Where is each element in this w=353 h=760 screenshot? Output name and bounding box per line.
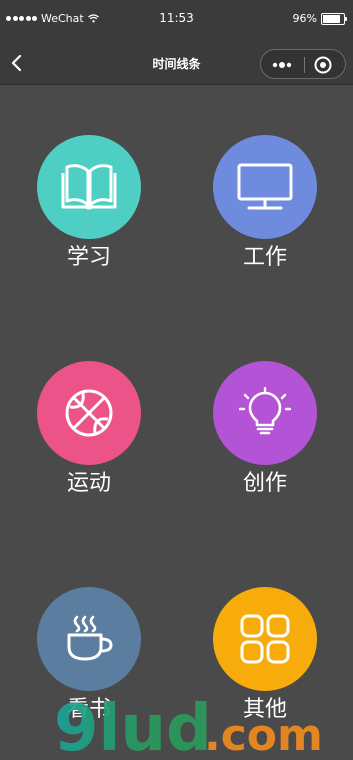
category-label: 学习: [66, 245, 111, 270]
target-close-icon[interactable]: [313, 55, 333, 75]
monitor-icon[interactable]: [213, 135, 317, 239]
category-create[interactable]: 创作: [213, 361, 317, 496]
svg-text:9lud: 9lud: [54, 692, 212, 758]
grid-icon[interactable]: [213, 587, 317, 691]
nav-bar: 时间线条: [0, 42, 353, 85]
battery-icon: [321, 12, 347, 25]
book-icon[interactable]: [37, 135, 141, 239]
category-work[interactable]: 工作: [213, 135, 317, 270]
battery-fill: [323, 14, 341, 23]
watermark-logo: 9lud .com: [54, 692, 323, 758]
lightbulb-icon[interactable]: [213, 361, 317, 465]
basketball-icon[interactable]: [37, 361, 141, 465]
capsule-divider: [304, 57, 305, 73]
status-bar: WeChat 11:53 96%: [0, 0, 353, 42]
more-dots-icon[interactable]: [269, 57, 297, 73]
battery-percent: 96%: [292, 12, 317, 25]
svg-text:.com: .com: [204, 710, 323, 758]
category-label: 运动: [66, 471, 111, 496]
category-sport[interactable]: 运动: [37, 361, 141, 496]
category-label: 工作: [242, 245, 287, 270]
coffee-cup-icon[interactable]: [37, 587, 141, 691]
category-label: 创作: [242, 471, 287, 496]
status-right: 96%: [292, 12, 347, 25]
category-study[interactable]: 学习: [37, 135, 141, 270]
mini-program-capsule: [260, 49, 346, 79]
